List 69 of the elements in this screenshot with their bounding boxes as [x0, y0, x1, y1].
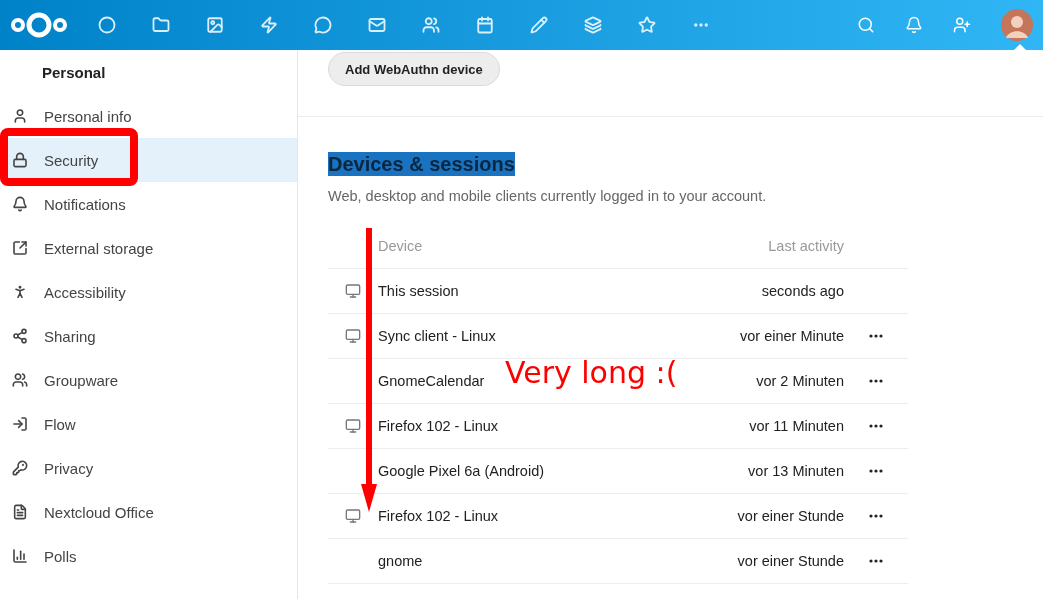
annotation-note: Very long :(	[505, 355, 678, 390]
last-activity: vor einer Minute	[740, 328, 844, 344]
image-icon[interactable]	[206, 16, 224, 34]
more-icon[interactable]	[869, 379, 883, 383]
folder-icon[interactable]	[152, 16, 170, 34]
share-icon	[12, 328, 28, 344]
sidebar-item[interactable]: Groupware	[0, 358, 297, 402]
last-activity: vor 13 Minuten	[748, 463, 844, 479]
more-icon[interactable]	[869, 424, 883, 428]
menu-caret-icon	[1013, 44, 1027, 51]
sidebar-item[interactable]: Accessibility	[0, 270, 297, 314]
lock-icon	[12, 152, 28, 168]
last-activity: vor 2 Minuten	[756, 373, 844, 389]
device-name: Firefox 102 - Linux	[378, 418, 499, 434]
pencil-icon[interactable]	[530, 16, 548, 34]
sidebar-item[interactable]: Nextcloud Office	[0, 490, 297, 534]
device-name: Google Pixel 6a (Android)	[378, 463, 545, 479]
device-name: gnome	[378, 553, 423, 569]
more-icon[interactable]	[869, 559, 883, 563]
monitor-icon	[345, 508, 361, 524]
person-icon	[12, 108, 28, 124]
sidebar-heading: Personal	[41, 63, 107, 83]
last-activity: vor einer Stunde	[737, 508, 844, 524]
device-name: This session	[378, 283, 459, 299]
device-name: Firefox 102 - Linux	[378, 508, 499, 524]
stack-icon[interactable]	[584, 16, 602, 34]
sidebar-item[interactable]: Flow	[0, 402, 297, 446]
contacts-icon[interactable]	[953, 16, 971, 34]
contacts-icon[interactable]	[422, 16, 440, 34]
search-icon[interactable]	[857, 16, 875, 34]
bell-icon	[12, 196, 28, 212]
accessibility-icon	[12, 284, 28, 300]
device-name: GnomeCalendar	[378, 373, 485, 389]
star-icon[interactable]	[638, 16, 656, 34]
more-icon[interactable]	[869, 469, 883, 473]
sidebar-item[interactable]: External storage	[0, 226, 297, 270]
monitor-icon	[345, 328, 361, 344]
group-icon	[12, 372, 28, 388]
sidebar-item[interactable]: Notifications	[0, 182, 297, 226]
sidebar-item[interactable]: Privacy	[0, 446, 297, 490]
key-icon	[12, 460, 28, 476]
monitor-icon	[345, 283, 361, 299]
external-link-icon	[12, 240, 28, 256]
bell-icon[interactable]	[905, 16, 923, 34]
last-activity: vor 11 Minuten	[749, 418, 844, 434]
lightning-icon[interactable]	[260, 16, 278, 34]
column-header: Last activity	[768, 238, 844, 254]
sidebar-item[interactable]: Polls	[0, 534, 297, 578]
monitor-icon	[345, 418, 361, 434]
device-name: Sync client - Linux	[378, 328, 496, 344]
sidebar-item[interactable]: Personal info	[0, 94, 297, 138]
chart-icon	[12, 548, 28, 564]
logo-icon[interactable]	[10, 12, 68, 38]
sidebar-item[interactable]: Sharing	[0, 314, 297, 358]
column-header: Device	[378, 238, 423, 254]
avatar[interactable]	[1001, 9, 1033, 41]
last-activity: vor einer Stunde	[737, 553, 844, 569]
document-icon	[12, 504, 28, 520]
section-title: Devices & sessions	[328, 152, 515, 176]
add-device-button[interactable]: Add WebAuthn device	[328, 52, 500, 86]
chat-icon[interactable]	[314, 16, 332, 34]
mail-icon[interactable]	[368, 16, 386, 34]
dashboard-icon[interactable]	[98, 16, 116, 34]
section-description: Web, desktop and mobile clients currently logged in to your account.	[328, 188, 768, 204]
more-icon[interactable]	[869, 334, 883, 338]
calendar-icon[interactable]	[476, 16, 494, 34]
flow-icon	[12, 416, 28, 432]
more-icon[interactable]	[869, 514, 883, 518]
last-activity: seconds ago	[761, 283, 844, 299]
